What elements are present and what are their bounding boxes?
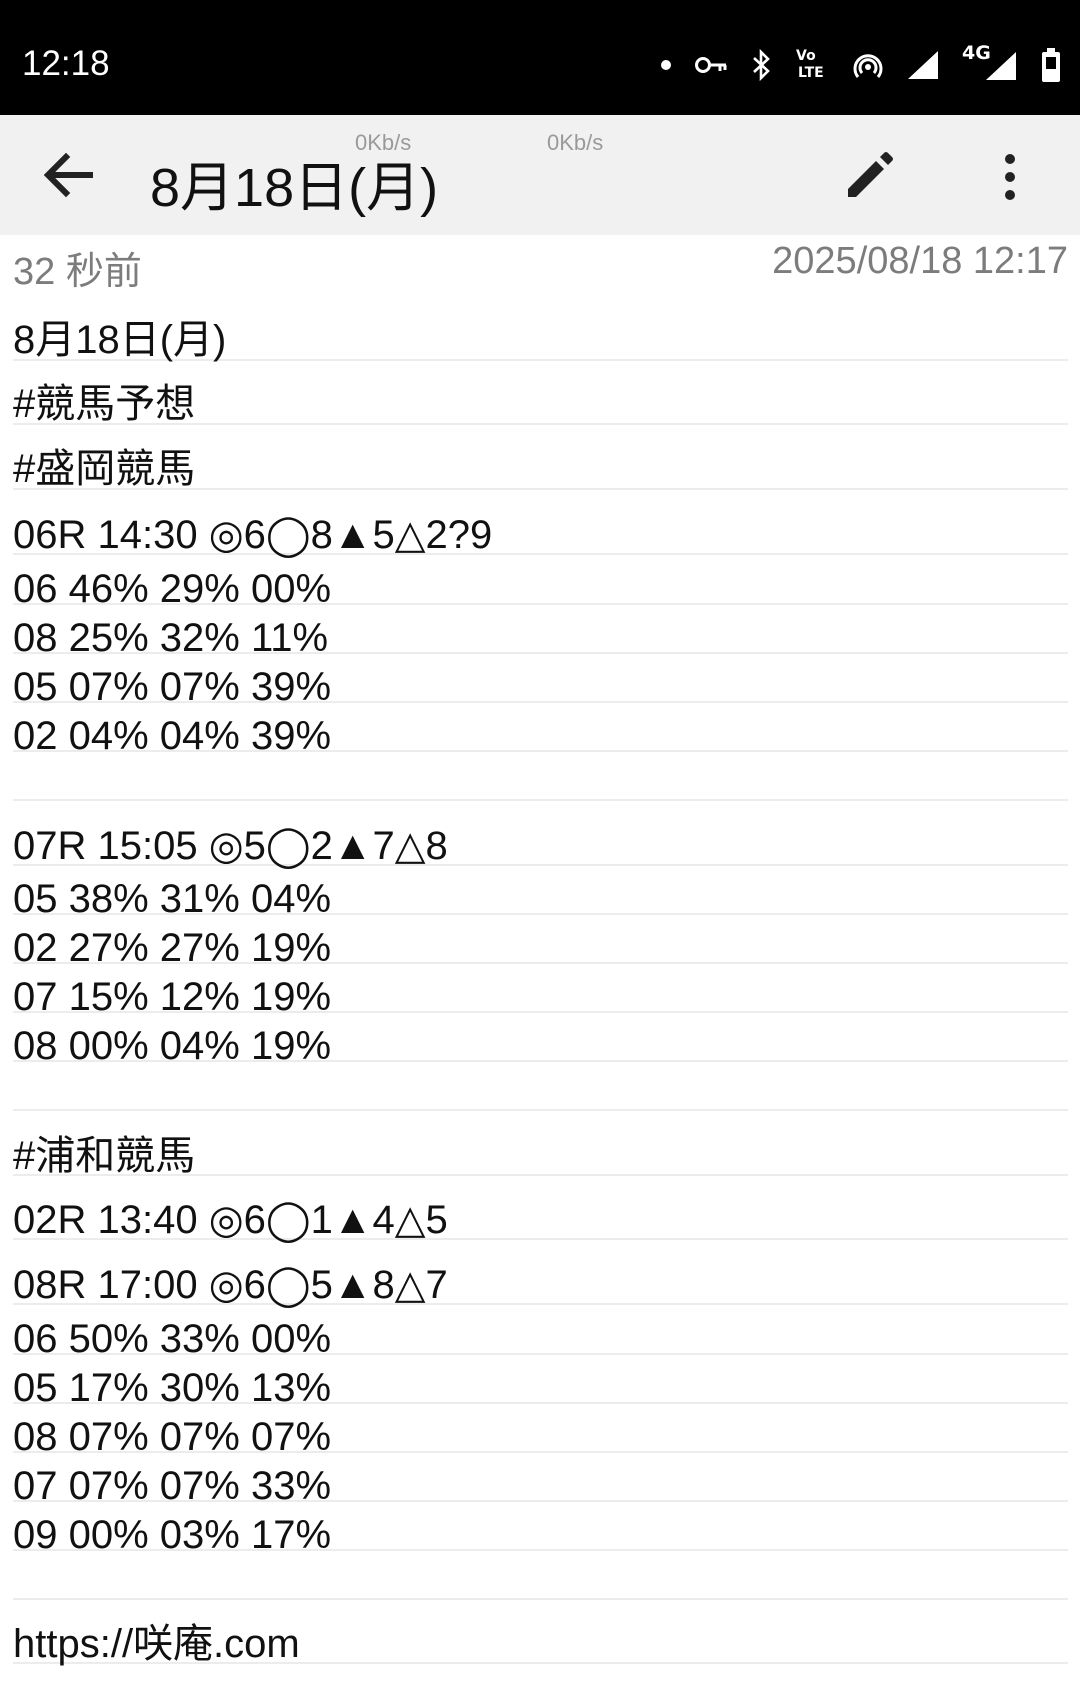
back-arrow-icon[interactable] bbox=[38, 145, 98, 205]
note-link[interactable]: https://咲庵.com bbox=[13, 1624, 1068, 1664]
edit-pencil-icon[interactable] bbox=[838, 143, 902, 207]
note-line: #浦和競馬 bbox=[13, 1136, 1068, 1176]
note-line: #盛岡競馬 bbox=[13, 449, 1068, 490]
status-time: 12:18 bbox=[22, 44, 110, 83]
note-line: 08 00% 04% 19% bbox=[13, 1026, 1068, 1066]
note-line: 08R 17:00 ◎6◯5▲8△7 bbox=[13, 1265, 1068, 1305]
note-line: 06 50% 33% 00% bbox=[13, 1319, 1068, 1359]
4g-signal-icon: 4G bbox=[962, 42, 1018, 82]
note-line: 05 17% 30% 13% bbox=[13, 1368, 1068, 1408]
note-line: 07 07% 07% 33% bbox=[13, 1466, 1068, 1506]
bluetooth-icon bbox=[753, 49, 770, 81]
dot-icon bbox=[661, 60, 671, 70]
note-line: #競馬予想 bbox=[13, 384, 1068, 425]
status-bar: 12:18 Vo LTE 4G bbox=[0, 0, 1080, 115]
note-line: 09 00% 03% 17% bbox=[13, 1515, 1068, 1555]
note-line: 08 25% 32% 11% bbox=[13, 618, 1068, 658]
hotspot-icon bbox=[853, 54, 883, 78]
note-line: 02 27% 27% 19% bbox=[13, 928, 1068, 968]
relative-time: 32 秒前 bbox=[13, 251, 142, 293]
note-line: 07R 15:05 ◎5◯2▲7△8 bbox=[13, 826, 1068, 866]
note-line: 05 38% 31% 04% bbox=[13, 879, 1068, 919]
network-speed-overlay: 0Kb/s bbox=[355, 130, 412, 155]
note-line: 08 07% 07% 07% bbox=[13, 1417, 1068, 1457]
volte-top-label: Vo bbox=[796, 48, 816, 64]
battery-icon bbox=[1042, 48, 1060, 82]
note-line: 06 46% 29% 00% bbox=[13, 569, 1068, 609]
note-line: 07 15% 12% 19% bbox=[13, 977, 1068, 1017]
app-toolbar: 8月18日(月) 0Kb/s 0Kb/s bbox=[0, 115, 1080, 235]
note-line: 8月18日(月) bbox=[13, 320, 1068, 361]
note-meta: 32 秒前 2025/08/18 12:17 bbox=[13, 240, 1068, 293]
vpn-key-icon bbox=[695, 57, 727, 73]
status-icons: Vo LTE 4G bbox=[660, 42, 1062, 85]
note-line: 02 04% 04% 39% bbox=[13, 716, 1068, 756]
note-line bbox=[13, 765, 1068, 801]
note-line bbox=[13, 1075, 1068, 1111]
more-options-icon[interactable] bbox=[990, 145, 1030, 209]
volte-icon: Vo LTE bbox=[796, 48, 830, 82]
note-line: 05 07% 07% 39% bbox=[13, 667, 1068, 707]
note-timestamp: 2025/08/18 12:17 bbox=[772, 240, 1068, 282]
network-speed-overlay: 0Kb/s bbox=[547, 130, 604, 155]
volte-bottom-label: LTE bbox=[798, 65, 824, 81]
note-line: 02R 13:40 ◎6◯1▲4△5 bbox=[13, 1200, 1068, 1240]
note-line: 06R 14:30 ◎6◯8▲5△2?9 bbox=[13, 515, 1068, 555]
signal-icon bbox=[908, 51, 938, 79]
note-line bbox=[13, 1564, 1068, 1600]
